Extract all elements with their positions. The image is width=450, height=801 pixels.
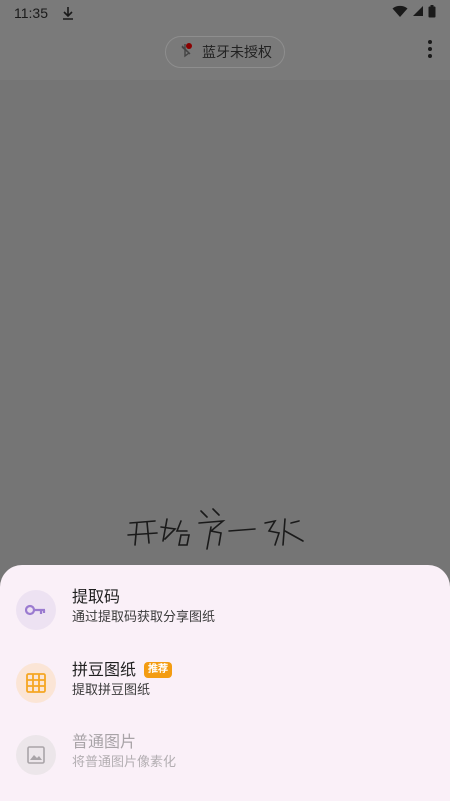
bluetooth-off-icon bbox=[178, 42, 194, 62]
key-icon bbox=[16, 590, 56, 630]
option-bead-pattern[interactable]: 拼豆图纸 推荐 提取拼豆图纸 bbox=[0, 653, 450, 713]
option-normal-image[interactable]: 普通图片 将普通图片像素化 bbox=[0, 725, 450, 785]
status-time: 11:35 bbox=[14, 5, 48, 21]
option-title: 拼豆图纸 bbox=[72, 660, 137, 679]
battery-icon bbox=[428, 4, 436, 22]
wifi-icon bbox=[392, 5, 408, 22]
option-subtitle: 通过提取码获取分享图纸 bbox=[72, 610, 216, 625]
option-title: 提取码 bbox=[72, 587, 121, 606]
import-options-sheet: 提取码 通过提取码获取分享图纸 拼豆图纸 推荐 提取拼豆图纸 普通图片 将普通图… bbox=[0, 565, 450, 801]
toolbar: 蓝牙未授权 bbox=[0, 26, 450, 80]
option-subtitle: 提取拼豆图纸 bbox=[72, 683, 151, 698]
handwriting-illustration bbox=[125, 505, 315, 569]
download-icon bbox=[62, 6, 74, 20]
status-bar: 11:35 bbox=[0, 0, 450, 26]
option-subtitle: 将普通图片像素化 bbox=[72, 755, 177, 770]
bluetooth-status-label: 蓝牙未授权 bbox=[202, 45, 272, 61]
bluetooth-status-chip[interactable]: 蓝牙未授权 bbox=[165, 36, 285, 68]
signal-icon bbox=[412, 5, 424, 21]
image-icon bbox=[16, 735, 56, 775]
grid-icon bbox=[16, 663, 56, 703]
more-options-icon[interactable] bbox=[426, 40, 434, 58]
recommended-badge: 推荐 bbox=[144, 662, 173, 678]
option-title: 普通图片 bbox=[72, 732, 137, 751]
option-extract-code[interactable]: 提取码 通过提取码获取分享图纸 bbox=[0, 580, 450, 640]
